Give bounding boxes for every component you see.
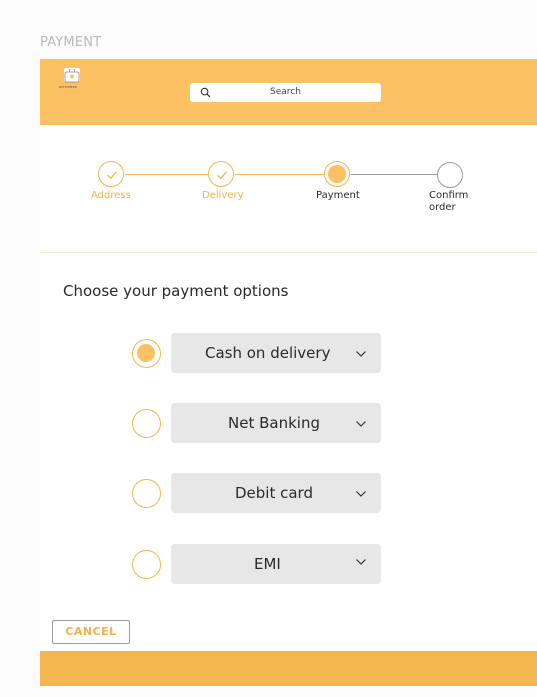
- cancel-button[interactable]: CANCEL: [52, 620, 130, 644]
- select-emi[interactable]: EMI: [171, 544, 381, 584]
- logo: PAYTOMEPR: [59, 65, 88, 91]
- step-address-indicator: [98, 161, 124, 187]
- step-payment-label: Payment: [316, 190, 360, 201]
- step-connector: [351, 174, 437, 175]
- radio-cash-on-delivery[interactable]: [132, 339, 161, 368]
- step-payment-indicator: [324, 161, 350, 187]
- logo-text: PAYTOMEPR: [59, 85, 77, 89]
- option-label: Net Banking: [228, 414, 320, 432]
- search-input[interactable]: Search: [190, 83, 381, 102]
- chevron-down-icon: [356, 559, 366, 565]
- select-net-banking[interactable]: Net Banking: [171, 403, 381, 443]
- step-connector: [125, 174, 208, 175]
- select-cash-on-delivery[interactable]: Cash on delivery: [171, 333, 381, 373]
- payment-screen: PAYTOMEPR Search Address Delivery Paymen…: [40, 59, 537, 686]
- header: PAYTOMEPR Search: [40, 59, 537, 125]
- checkmark-icon: [217, 171, 227, 180]
- step-address-label: Address: [91, 190, 131, 201]
- search-placeholder: Search: [270, 87, 301, 97]
- footer-bar: [40, 651, 537, 686]
- bag-icon: [64, 68, 80, 83]
- option-label: Debit card: [235, 484, 313, 502]
- checkmark-icon: [107, 171, 117, 180]
- step-confirm-label: Confirm order: [429, 190, 469, 213]
- radio-debit-card[interactable]: [132, 479, 161, 508]
- frame-title: PAYMENT: [40, 35, 102, 50]
- step-connector: [235, 174, 324, 175]
- payment-options-heading: Choose your payment options: [63, 282, 289, 300]
- radio-emi[interactable]: [132, 550, 161, 579]
- step-delivery-label: Delivery: [202, 190, 244, 201]
- radio-net-banking[interactable]: [132, 409, 161, 438]
- chevron-down-icon: [356, 421, 366, 427]
- checkout-stepper: Address Delivery Payment Confirm order: [40, 125, 537, 253]
- step-confirm-indicator: [437, 162, 463, 188]
- option-label: EMI: [254, 555, 281, 573]
- option-label: Cash on delivery: [205, 344, 331, 362]
- step-delivery-indicator: [208, 161, 234, 187]
- chevron-down-icon: [356, 351, 366, 357]
- chevron-down-icon: [356, 491, 366, 497]
- select-debit-card[interactable]: Debit card: [171, 473, 381, 513]
